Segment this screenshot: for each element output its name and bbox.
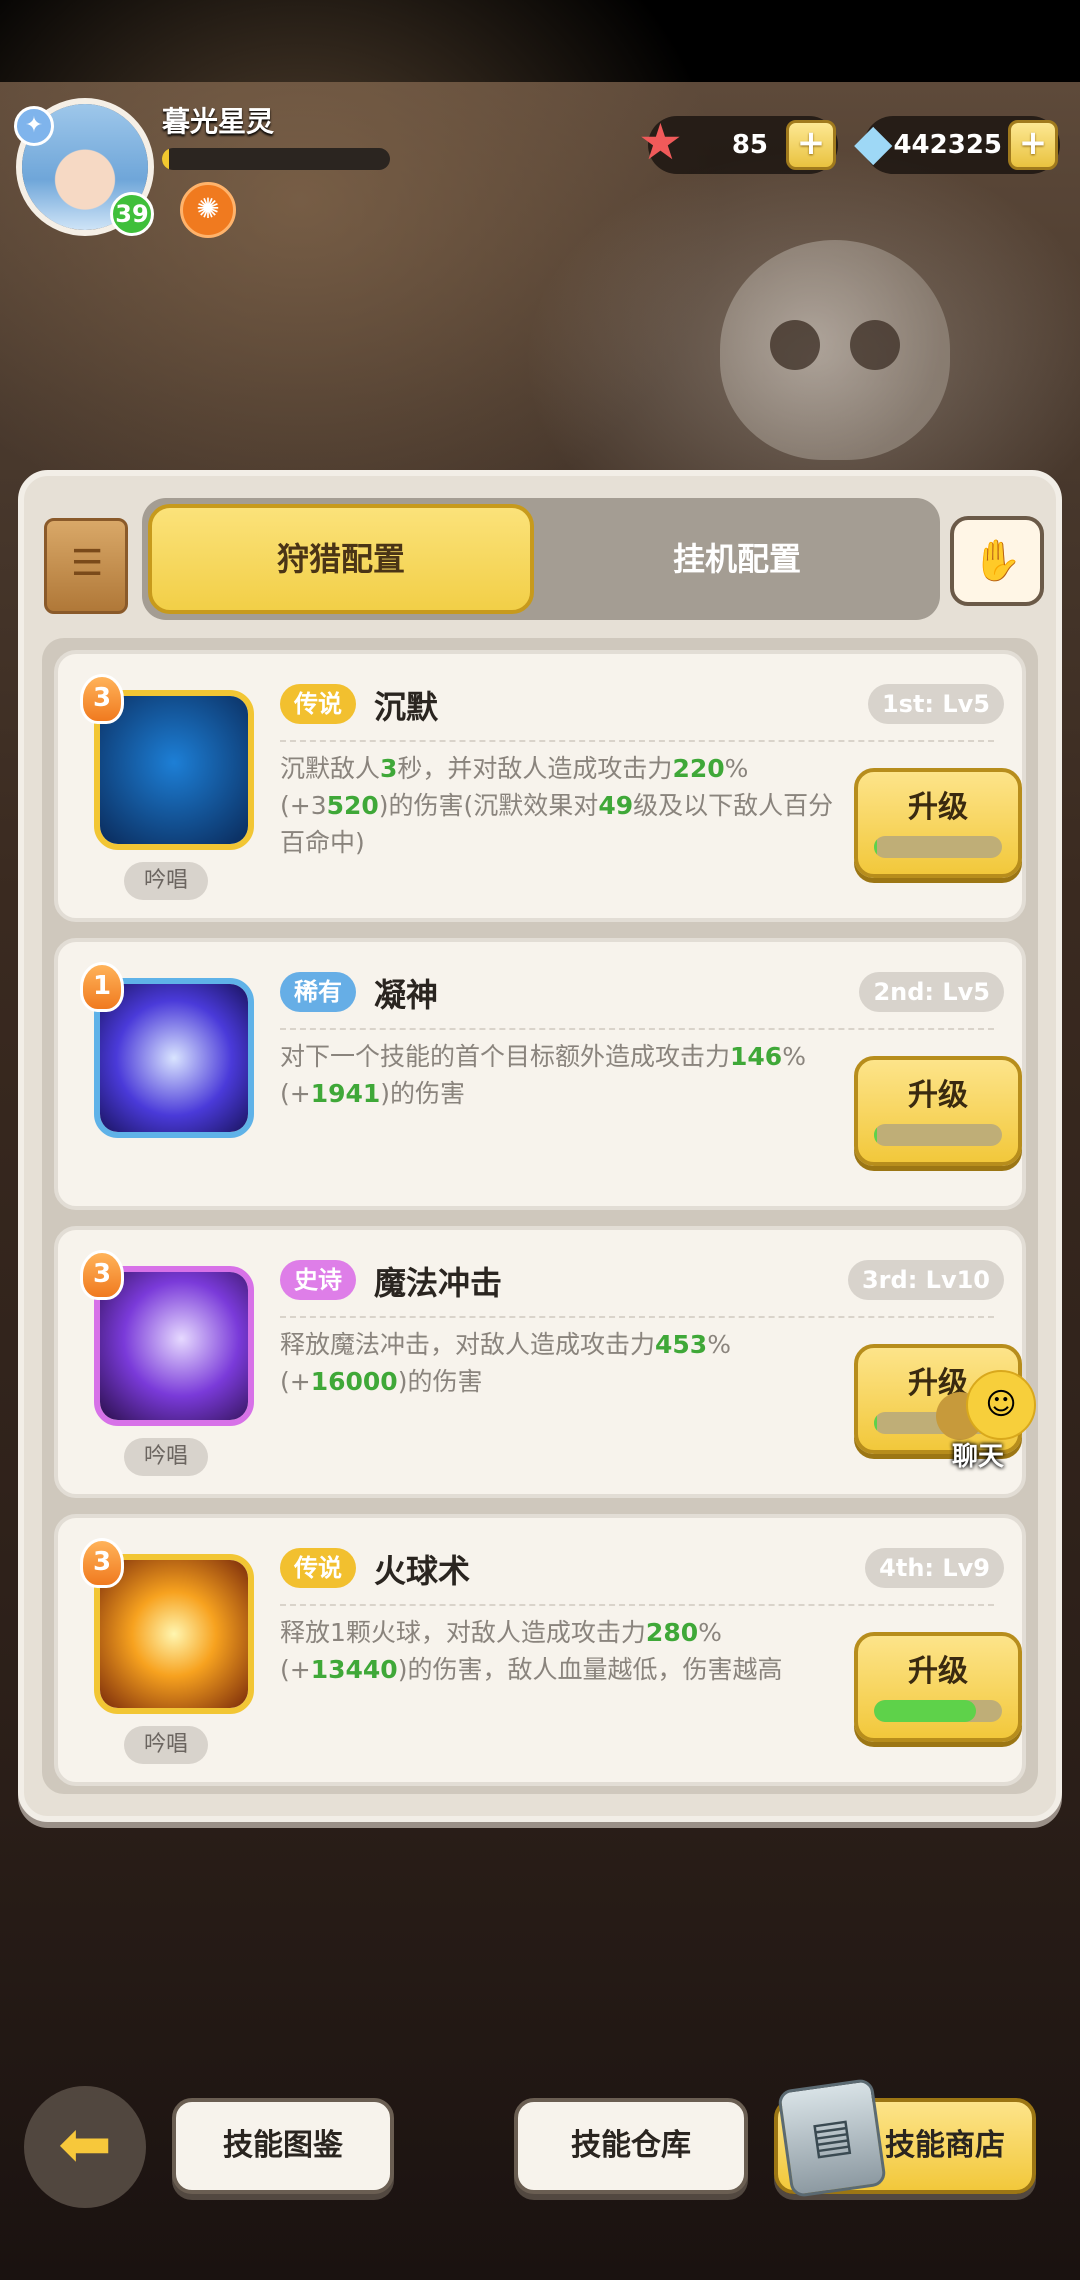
divider — [280, 1604, 994, 1606]
skill-card-icon[interactable]: ✋ — [950, 516, 1044, 606]
skill-description: 对下一个技能的首个目标额外造成攻击力146%(+1941)的伤害 — [280, 1042, 806, 1108]
skill-book-icon: ▤ — [776, 2077, 888, 2199]
starfish-value: 85 — [731, 130, 768, 160]
skill-name: 火球术 — [374, 1552, 471, 1590]
rank-badge: 3 — [80, 1538, 124, 1588]
upgrade-button[interactable]: 升级 — [854, 1632, 1022, 1742]
upgrade-progress — [874, 1700, 1002, 1722]
skill-name: 凝神 — [374, 976, 439, 1014]
magic-strike-art — [100, 1272, 248, 1420]
divider — [280, 1028, 994, 1030]
gem-icon: ◆ — [854, 113, 893, 171]
upgrade-button[interactable]: 升级 — [854, 768, 1022, 878]
buff-icon[interactable]: ✺ — [180, 182, 236, 238]
upgrade-button[interactable]: 升级 — [854, 1056, 1022, 1166]
upgrade-progress — [874, 836, 1002, 858]
skill-item-magic-strike: 3 吟唱 史诗 魔法冲击 3rd: Lv10 释放魔法冲击，对敌人造成攻击力45… — [54, 1226, 1026, 1498]
starfish-counter: ★ 85 + — [638, 113, 838, 174]
skill-name: 沉默 — [374, 688, 439, 726]
silence-art — [100, 696, 248, 844]
player-level-badge: 39 — [110, 192, 154, 236]
scroll-icon[interactable] — [44, 518, 128, 614]
cast-tag: 吟唱 — [124, 1438, 208, 1476]
skill-description: 释放1颗火球，对敌人造成攻击力280%(+13440)的伤害，敌人血量越低，伤害… — [280, 1618, 783, 1684]
chat-label: 聊天 — [952, 1442, 1005, 1472]
skill-item-silence: 3 吟唱 传说 沉默 1st: Lv5 沉默敌人3秒，并对敌人造成攻击力220%… — [54, 650, 1026, 922]
sparkle-icon: ✦ — [14, 106, 54, 146]
skill-name: 魔法冲击 — [374, 1264, 503, 1302]
slot-level-tag: 4th: Lv9 — [865, 1548, 1004, 1588]
upgrade-progress — [874, 1124, 1002, 1146]
skill-description: 沉默敌人3秒，并对敌人造成攻击力220%(+3520)的伤害(沉默效果对49级及… — [280, 754, 834, 857]
gem-value: 442325 — [893, 130, 1002, 160]
skill-description: 释放魔法冲击，对敌人造成攻击力453%(+16000)的伤害 — [280, 1330, 731, 1396]
gem-counter: ◆ 442325 + — [854, 113, 1060, 174]
focus-art — [100, 984, 248, 1132]
slot-level-tag: 1st: Lv5 — [867, 684, 1004, 724]
upgrade-progress-fill — [874, 836, 877, 858]
skull-decoration — [720, 240, 950, 460]
player-name: 暮光星灵 — [162, 105, 275, 138]
rank-badge: 3 — [80, 674, 124, 724]
divider — [280, 1316, 994, 1318]
quality-badge: 传说 — [280, 1548, 356, 1588]
config-tabs: 狩猎配置 挂机配置 — [142, 498, 940, 620]
tab-hunt-config[interactable]: 狩猎配置 — [148, 504, 534, 614]
upgrade-progress-fill — [874, 1700, 977, 1722]
add-gem-button[interactable]: + — [1008, 120, 1058, 170]
upgrade-label: 升级 — [908, 1078, 968, 1113]
skill-config-panel: 狩猎配置 挂机配置 ✋ 3 吟唱 传说 沉默 1st: Lv5 沉默敌人3秒，并… — [18, 470, 1062, 1822]
tab-idle-config[interactable]: 挂机配置 — [540, 504, 934, 614]
smile-icon: ☺ — [966, 1370, 1036, 1440]
upgrade-label: 升级 — [908, 790, 968, 825]
slot-level-tag: 3rd: Lv10 — [847, 1260, 1004, 1300]
chat-button[interactable]: ☺ 聊天 — [930, 1370, 1040, 1472]
upgrade-progress-fill — [874, 1124, 877, 1146]
skill-warehouse-button[interactable]: 技能仓库 — [514, 2098, 748, 2194]
fireball-art — [100, 1560, 248, 1708]
skill-atlas-button[interactable]: 技能图鉴 — [172, 2098, 394, 2194]
rank-badge: 1 — [80, 962, 124, 1012]
cast-tag: 吟唱 — [124, 862, 208, 900]
quality-badge: 传说 — [280, 684, 356, 724]
add-starfish-button[interactable]: + — [786, 120, 836, 170]
slot-level-tag: 2nd: Lv5 — [859, 972, 1004, 1012]
starfish-icon: ★ — [638, 113, 683, 171]
upgrade-progress-fill — [874, 1412, 877, 1434]
cast-tag: 吟唱 — [124, 1726, 208, 1764]
skill-item-fireball: 3 吟唱 传说 火球术 4th: Lv9 释放1颗火球，对敌人造成攻击力280%… — [54, 1514, 1026, 1786]
skill-item-focus: 1 稀有 凝神 2nd: Lv5 对下一个技能的首个目标额外造成攻击力146%(… — [54, 938, 1026, 1210]
rank-badge: 3 — [80, 1250, 124, 1300]
xp-bar — [162, 148, 390, 170]
quality-badge: 史诗 — [280, 1260, 356, 1300]
divider — [280, 740, 994, 742]
back-arrow-icon[interactable]: ⬅ — [24, 2086, 146, 2208]
skill-list: 3 吟唱 传说 沉默 1st: Lv5 沉默敌人3秒，并对敌人造成攻击力220%… — [42, 638, 1038, 1794]
quality-badge: 稀有 — [280, 972, 356, 1012]
upgrade-label: 升级 — [908, 1654, 968, 1689]
